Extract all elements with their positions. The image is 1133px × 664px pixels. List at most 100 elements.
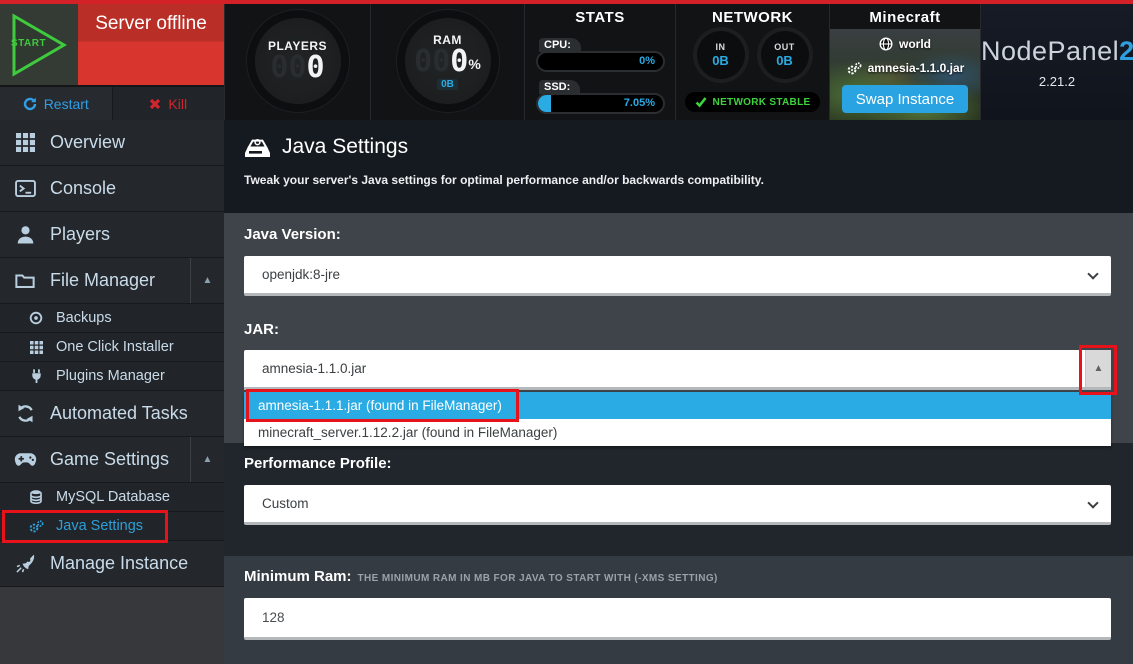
check-icon xyxy=(695,96,707,108)
restart-button-label: Restart xyxy=(44,96,89,112)
sidebar-item-file-manager[interactable]: File Manager ▲ xyxy=(0,258,224,304)
players-panel: PLAYERS 000 xyxy=(224,4,370,120)
performance-profile-select[interactable]: Custom xyxy=(244,485,1111,525)
sidebar-item-label: One Click Installer xyxy=(56,339,174,355)
kill-button[interactable]: Kill xyxy=(113,87,225,120)
restart-button[interactable]: Restart xyxy=(0,87,113,120)
sidebar-item-players[interactable]: Players xyxy=(0,212,224,258)
performance-profile-label: Performance Profile: xyxy=(244,455,392,472)
collapse-arrow-icon[interactable]: ▲ xyxy=(190,258,224,303)
chevron-down-icon xyxy=(1087,497,1098,508)
server-action-bar: Restart Kill xyxy=(0,85,224,120)
sidebar-item-automated-tasks[interactable]: Automated Tasks xyxy=(0,391,224,437)
minimum-ram-section: Minimum Ram: THE MINIMUM RAM IN MB FOR JA… xyxy=(224,556,1133,664)
performance-profile-section: Performance Profile: Custom xyxy=(224,443,1133,556)
sidebar-item-manage-instance[interactable]: Manage Instance xyxy=(0,541,224,587)
network-in-label: IN xyxy=(716,42,726,52)
sidebar-item-mysql-database[interactable]: MySQL Database xyxy=(0,483,224,512)
sidebar-item-java-settings[interactable]: Java Settings xyxy=(0,512,224,541)
world-name: world xyxy=(899,37,931,51)
gears-icon xyxy=(846,62,862,75)
topbar: START Server offline Restart Kill xyxy=(0,4,1133,120)
java-version-select[interactable]: openjdk:8-jre xyxy=(244,256,1111,296)
nodepanel-app: START Server offline Restart Kill xyxy=(0,0,1133,664)
ram-bytes: 0B xyxy=(437,79,458,90)
backup-disc-icon xyxy=(27,311,45,325)
sidebar-item-backups[interactable]: Backups xyxy=(0,304,224,333)
brand-panel: NodePanel2 2.21.2 xyxy=(980,4,1133,120)
network-out-gauge: OUT 0B xyxy=(761,31,809,79)
terminal-icon xyxy=(13,180,37,197)
stats-title: STATS xyxy=(525,9,675,26)
top-accent-bar xyxy=(0,0,1133,4)
jar-option-amnesia-1-1-1[interactable]: amnesia-1.1.1.jar (found in FileManager) xyxy=(244,392,1111,419)
cpu-stat: CPU: 0% xyxy=(538,35,663,70)
network-status-text: NETWORK STABLE xyxy=(713,97,811,108)
sidebar-item-label: Java Settings xyxy=(56,518,143,534)
page-title: Java Settings xyxy=(282,135,408,159)
minimum-ram-input[interactable] xyxy=(244,598,1111,640)
ram-ghost-digits: 00 xyxy=(414,47,450,77)
main-content: Java Settings Tweak your server's Java s… xyxy=(224,120,1133,664)
start-button[interactable]: START xyxy=(0,4,78,85)
cpu-bar: 0% xyxy=(538,53,663,70)
network-title: NETWORK xyxy=(676,9,829,26)
grid-icon xyxy=(27,341,45,354)
server-status-text: Server offline xyxy=(95,13,207,35)
sidebar-item-one-click-installer[interactable]: One Click Installer xyxy=(0,333,224,362)
page-title-row: Java Settings xyxy=(244,135,1113,159)
jar-input[interactable] xyxy=(244,350,1085,387)
sidebar-item-label: Automated Tasks xyxy=(50,403,188,424)
start-button-label: START xyxy=(11,38,46,49)
swap-instance-button[interactable]: Swap Instance xyxy=(842,85,968,113)
server-controls: START Server offline Restart Kill xyxy=(0,4,224,120)
sidebar-item-plugins-manager[interactable]: Plugins Manager xyxy=(0,362,224,391)
collapse-arrow-icon[interactable]: ▲ xyxy=(190,437,224,482)
rocket-icon xyxy=(13,554,37,573)
restart-icon xyxy=(23,97,37,111)
database-icon xyxy=(27,490,45,504)
triangle-up-icon: ▲ xyxy=(1094,363,1104,374)
java-archive-icon xyxy=(244,137,271,158)
minimum-ram-hint: THE MINIMUM RAM IN MB FOR JAVA TO START … xyxy=(358,573,718,584)
sidebar-item-label: Backups xyxy=(56,310,112,326)
network-status-badge: NETWORK STABLE xyxy=(685,92,821,112)
jar-option-minecraft-server[interactable]: minecraft_server.1.12.2.jar (found in Fi… xyxy=(244,419,1111,446)
sidebar-item-game-settings[interactable]: Game Settings ▲ xyxy=(0,437,224,483)
brand-logo: NodePanel2 xyxy=(981,36,1133,67)
kill-x-icon xyxy=(149,98,161,110)
gamepad-icon xyxy=(13,452,37,467)
sidebar-item-label: Players xyxy=(50,224,110,245)
jar-label: JAR: xyxy=(244,321,279,338)
server-status-banner: Server offline xyxy=(78,4,224,85)
jar-option-label: minecraft_server.1.12.2.jar (found in Fi… xyxy=(258,425,557,440)
minimum-ram-label: Minimum Ram: xyxy=(244,568,352,585)
globe-icon xyxy=(879,37,893,51)
performance-profile-value: Custom xyxy=(262,496,309,511)
ssd-bar-fill xyxy=(538,95,551,112)
java-version-value: openjdk:8-jre xyxy=(262,267,340,282)
java-version-label: Java Version: xyxy=(244,226,341,243)
grid-icon xyxy=(13,133,37,152)
sidebar-item-console[interactable]: Console xyxy=(0,166,224,212)
players-gauge: PLAYERS 000 xyxy=(255,18,341,104)
sidebar-item-label: MySQL Database xyxy=(56,489,170,505)
players-ghost-digits: 00 xyxy=(270,53,306,83)
minecraft-title: Minecraft xyxy=(830,9,980,26)
sidebar-nav: Overview Console Players File Manager ▲ xyxy=(0,120,224,664)
active-jar-name: amnesia-1.1.0.jar xyxy=(868,61,965,75)
sidebar-item-label: Game Settings xyxy=(50,449,169,470)
page-description: Tweak your server's Java settings for op… xyxy=(244,173,1113,187)
folder-icon xyxy=(13,272,37,289)
kill-button-label: Kill xyxy=(168,96,187,112)
jar-combobox: ▲ xyxy=(244,350,1111,390)
sync-arrows-icon xyxy=(13,404,37,423)
jar-settings-section: Java Version: openjdk:8-jre JAR: ▲ amnes… xyxy=(224,213,1133,443)
network-out-label: OUT xyxy=(774,42,795,52)
jar-dropdown-toggle-button[interactable]: ▲ xyxy=(1085,350,1111,387)
sidebar-item-overview[interactable]: Overview xyxy=(0,120,224,166)
jar-row: amnesia-1.1.0.jar xyxy=(830,61,980,75)
plug-icon xyxy=(27,369,45,383)
ram-gauge: RAM 000% 0B xyxy=(405,18,491,104)
stats-panel: STATS CPU: 0% SSD: 7.05% xyxy=(524,4,675,120)
